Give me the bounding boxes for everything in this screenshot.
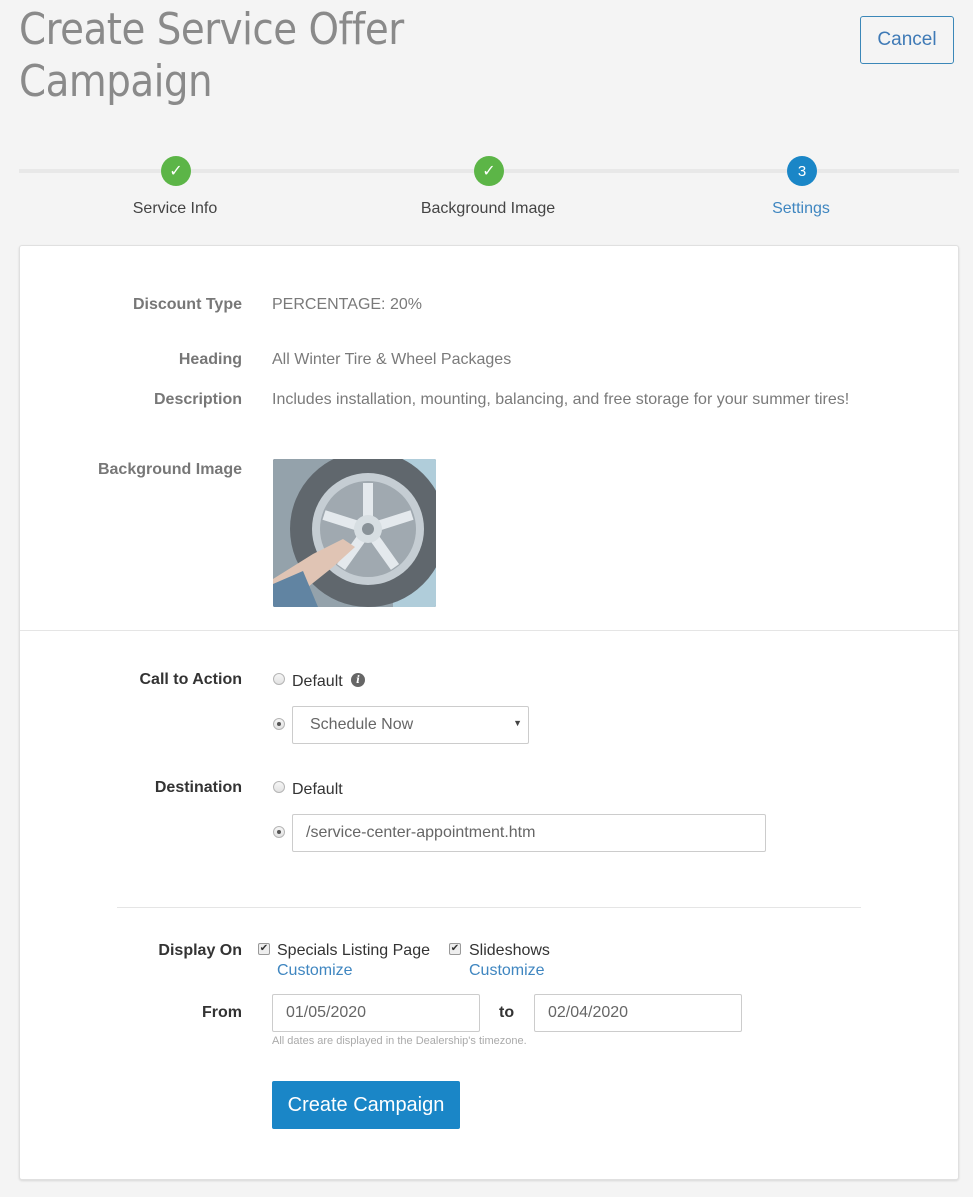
end-date-input[interactable]: 02/04/2020 xyxy=(534,994,742,1032)
destination-custom-radio[interactable] xyxy=(273,826,285,838)
background-image-label: Background Image xyxy=(97,461,242,478)
timezone-hint: All dates are displayed in the Dealershi… xyxy=(272,1035,527,1047)
from-label: From xyxy=(202,1004,242,1021)
cta-default-label: Default xyxy=(292,673,343,690)
cta-select[interactable]: Schedule Now ▼ xyxy=(292,706,529,744)
specials-listing-checkbox[interactable]: ✔ xyxy=(258,943,270,955)
page-title-line-1: Create Service Offer xyxy=(19,4,404,55)
specials-customize-link[interactable]: Customize xyxy=(277,962,353,980)
info-icon[interactable]: i xyxy=(351,673,365,687)
tire-image-illustration xyxy=(273,459,436,607)
call-to-action-label: Call to Action xyxy=(139,671,242,688)
page-title: Create Service Offer Campaign xyxy=(19,4,499,108)
destination-url-input[interactable]: /service-center-appointment.htm xyxy=(292,814,766,852)
discount-type-value: PERCENTAGE: 20% xyxy=(272,296,422,313)
cancel-button[interactable]: Cancel xyxy=(860,16,954,64)
destination-label: Destination xyxy=(154,779,242,796)
section-divider xyxy=(20,630,958,631)
description-label: Description xyxy=(153,391,242,408)
heading-label: Heading xyxy=(178,351,242,368)
settings-divider xyxy=(117,907,861,908)
step-1-label: Service Info xyxy=(132,200,218,217)
create-campaign-button[interactable]: Create Campaign xyxy=(272,1081,460,1129)
cta-default-radio[interactable] xyxy=(273,673,285,685)
description-value: Includes installation, mounting, balanci… xyxy=(272,391,850,408)
cta-select-value: Schedule Now xyxy=(310,716,414,733)
slideshows-label: Slideshows xyxy=(469,942,550,959)
settings-card: Discount Type PERCENTAGE: 20% Heading Al… xyxy=(19,245,959,1180)
destination-default-label: Default xyxy=(292,781,343,798)
display-on-label: Display On xyxy=(158,942,242,959)
step-2-label: Background Image xyxy=(420,200,556,217)
destination-default-radio[interactable] xyxy=(273,781,285,793)
slideshows-customize-link[interactable]: Customize xyxy=(469,962,545,980)
discount-type-label: Discount Type xyxy=(132,296,242,313)
background-image-thumbnail xyxy=(273,459,436,607)
cta-custom-radio[interactable] xyxy=(273,718,285,730)
step-3-label: Settings xyxy=(772,200,830,217)
specials-listing-label: Specials Listing Page xyxy=(277,942,430,959)
page-title-line-2: Campaign xyxy=(19,56,213,107)
slideshows-checkbox[interactable]: ✔ xyxy=(449,943,461,955)
step-2-check-icon: ✓ xyxy=(474,156,504,186)
step-3-number: 3 xyxy=(787,156,817,186)
start-date-input[interactable]: 01/05/2020 xyxy=(272,994,480,1032)
heading-value: All Winter Tire & Wheel Packages xyxy=(272,351,512,368)
step-1-check-icon: ✓ xyxy=(161,156,191,186)
to-label: to xyxy=(499,1004,515,1021)
chevron-down-icon: ▼ xyxy=(513,718,522,728)
